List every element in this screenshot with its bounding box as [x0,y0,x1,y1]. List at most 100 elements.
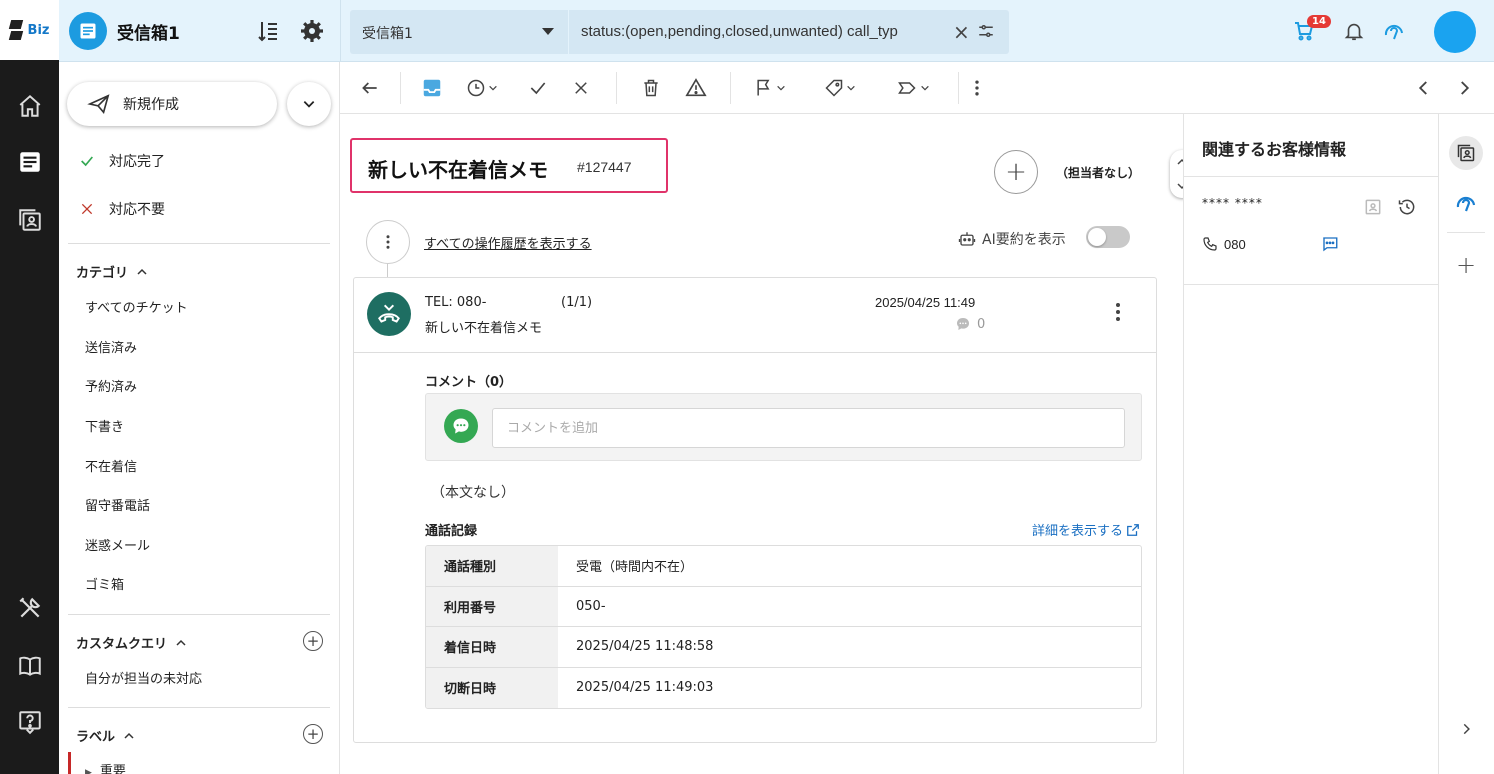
sidebar-item-label-important[interactable]: ▶ 重要 [85,760,126,774]
tag-icon[interactable] [824,76,856,100]
expand-chevron-icon[interactable] [1449,712,1483,746]
help-icon[interactable] [15,707,45,737]
inbox-avatar-icon [69,12,107,50]
customer-name: **** **** [1202,196,1263,210]
table-row: 着信日時 2025/04/25 11:48:58 [426,627,1141,668]
call-log-value: 050- [576,598,606,614]
category-section-header[interactable]: カテゴリ [76,262,148,281]
new-ticket-button[interactable]: 新規作成 [67,82,277,126]
add-assignee-button[interactable]: + [994,150,1038,194]
contacts-icon[interactable] [15,205,45,235]
message-more-icon[interactable] [1116,303,1120,321]
robot-icon [958,232,976,246]
call-log-details-link[interactable]: 詳細を表示する [1032,520,1140,539]
add-label-icon[interactable]: + [303,724,323,744]
sidebar: 新規作成 対応完了 対応不要 カテゴリ すべてのチケット 送信済み 予約済み 下… [59,62,340,774]
tools-icon[interactable] [15,593,45,623]
ticket-number: #127447 [577,159,632,175]
clear-query-icon[interactable]: × [953,20,970,44]
sidebar-item-all[interactable]: すべてのチケット [85,297,188,316]
search-query-text[interactable]: status:(open,pending,closed,unwanted) ca… [581,23,941,40]
filter-settings-icon[interactable] [977,22,995,44]
home-icon[interactable] [15,91,45,121]
spam-warning-icon[interactable] [685,76,707,100]
more-options-icon[interactable] [970,76,984,100]
app-logo[interactable]: Biz [0,0,59,60]
ticket-detail: 新しい不在着信メモ #127447 + （担当者なし） すべての操作履歴を表示す… [340,114,1194,774]
add-custom-query-icon[interactable]: + [303,631,323,651]
quick-filter-done[interactable]: 対応完了 [79,151,165,171]
message-header[interactable]: TEL: 080- (1/1) 新しい不在着信メモ 2025/04/25 11:… [354,278,1156,353]
label-icon[interactable] [896,76,930,100]
sidebar-divider [68,243,330,244]
ai-summary-toggle[interactable] [1086,226,1130,248]
table-row: 切断日時 2025/04/25 11:49:03 [426,667,1141,708]
inbox-title: 受信箱1 [117,24,180,44]
sms-message-icon[interactable] [1319,233,1341,255]
add-app-icon[interactable]: + [1449,248,1483,282]
sidebar-item-custom-query[interactable]: 自分が担当の未対応 [85,668,202,687]
check-icon [81,156,93,167]
table-row: 通話種別 受電（時間内不在） [426,546,1141,587]
ai-assistant-icon[interactable] [1449,186,1483,220]
inbox-tray-icon[interactable] [421,76,443,100]
call-log-key: 切断日時 [426,667,558,708]
rail-divider [1447,232,1485,233]
message-card: TEL: 080- (1/1) 新しい不在着信メモ 2025/04/25 11:… [353,277,1157,743]
missed-call-icon [367,292,411,336]
right-tool-rail: + [1438,114,1494,774]
flag-icon[interactable] [754,76,786,100]
mark-done-check-icon[interactable] [528,76,548,100]
category-header-label: カテゴリ [76,266,129,281]
settings-gear-icon[interactable] [298,17,326,45]
new-ticket-dropdown-button[interactable] [287,82,331,126]
sidebar-item-drafts[interactable]: 下書き [85,416,124,435]
sidebar-item-trash[interactable]: ゴミ箱 [85,574,124,593]
sidebar-item-voicemail[interactable]: 留守番電話 [85,495,150,514]
call-log-title: 通話記録 [425,524,478,539]
label-section-header[interactable]: ラベル [76,726,135,745]
history-menu-button[interactable] [366,220,410,264]
search-query-input[interactable]: status:(open,pending,closed,unwanted) ca… [569,10,1009,54]
notification-bell-icon[interactable] [1339,16,1369,46]
message-body: （本文なし） [431,485,515,501]
show-history-link[interactable]: すべての操作履歴を表示する [424,233,592,252]
inbox-select-value: 受信箱1 [362,26,413,42]
phone-icon [1203,237,1217,251]
toolbar-divider [958,72,959,104]
history-icon[interactable] [1396,196,1418,218]
next-ticket-chevron-icon[interactable] [1455,76,1473,100]
sidebar-item-spam[interactable]: 迷惑メール [85,535,150,554]
close-icon [81,203,93,215]
ticket-title-box: 新しい不在着信メモ #127447 [350,138,668,193]
send-icon [87,93,111,119]
snooze-clock-icon[interactable] [466,76,498,100]
sidebar-divider [68,614,330,615]
toolbar-divider [616,72,617,104]
label-important-text: 重要 [99,764,126,774]
custom-query-section-header[interactable]: カスタムクエリ [76,633,187,652]
sidebar-item-sent[interactable]: 送信済み [85,337,137,356]
sidebar-item-missed-calls[interactable]: 不在着信 [85,456,137,475]
customer-info-panel: 関連するお客様情報 **** **** 080 [1183,114,1439,774]
trash-icon[interactable] [641,76,661,100]
back-arrow-icon[interactable] [360,76,380,100]
mark-unneeded-close-icon[interactable] [572,76,590,100]
assistant-icon[interactable] [1379,16,1409,46]
tickets-icon[interactable] [15,147,45,177]
contact-card-icon[interactable] [1362,196,1384,218]
prev-ticket-chevron-icon[interactable] [1415,76,1433,100]
inbox-select[interactable]: 受信箱1 [350,10,568,54]
customer-panel-title: 関連するお客様情報 [1202,140,1347,159]
customer-phone[interactable]: 080 [1202,236,1246,252]
sidebar-item-scheduled[interactable]: 予約済み [85,376,137,395]
contact-panel-icon[interactable] [1449,136,1483,170]
sort-list-icon[interactable] [254,17,282,45]
logo-text: Biz [27,22,50,38]
comments-title: コメント（0） [425,375,513,390]
manual-icon[interactable] [15,651,45,681]
comment-input[interactable] [492,408,1125,448]
user-avatar[interactable] [1434,11,1476,53]
quick-filter-unneeded[interactable]: 対応不要 [79,199,165,219]
ai-summary-label: AI要約を表示 [958,229,1066,249]
